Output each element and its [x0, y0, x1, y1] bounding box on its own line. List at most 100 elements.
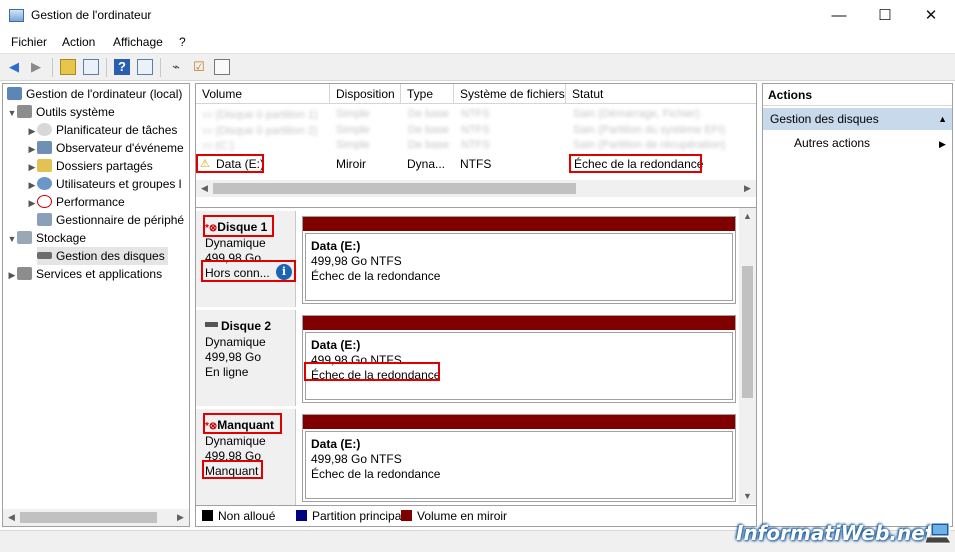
legend-label: Non alloué — [218, 509, 276, 523]
disk-info[interactable]: Disque 2 Dynamique 499,98 Go En ligne — [196, 310, 296, 406]
disk-size: 499,98 Go — [205, 350, 262, 364]
error-icon: *⊗ — [205, 223, 218, 234]
partition-volume: Data (E:) — [311, 437, 361, 451]
disk-row[interactable]: Disque 2 Dynamique 499,98 Go En ligne Da… — [196, 310, 737, 406]
back-arrow-icon[interactable]: ◀ — [6, 59, 22, 75]
storage-icon — [17, 231, 32, 244]
minimize-button[interactable]: — — [816, 0, 862, 31]
expand-chevron-icon[interactable]: ▶ — [27, 158, 37, 176]
volume-row-obscured: ▭ (Disque 0 partition 1) Simple De base NTF… — [202, 108, 700, 121]
tree-item-utilisateurs[interactable]: ▶ Utilisateurs et groupes l — [27, 175, 181, 193]
expand-chevron-icon[interactable]: ▶ — [27, 140, 37, 158]
partition-block[interactable]: Data (E:) 499,98 Go NTFS Échec de la red… — [302, 216, 736, 304]
tree-item-observateur[interactable]: ▶ Observateur d'événeme — [27, 139, 184, 157]
menu-help[interactable]: ? — [179, 35, 186, 49]
tree-item-label: Planificateur de tâches — [56, 123, 178, 137]
users-icon — [37, 177, 52, 190]
tools-icon — [17, 105, 32, 118]
properties-icon[interactable] — [214, 59, 230, 75]
expand-chevron-icon[interactable]: ▶ — [27, 194, 37, 212]
tree-item-gestion-disques[interactable]: Gestion des disques — [37, 247, 168, 265]
actions-pane: Actions Gestion des disques ▲ Autres act… — [762, 83, 953, 527]
volume-horizontal-scrollbar[interactable]: ◀ ▶ — [196, 180, 756, 197]
expand-chevron-icon[interactable]: ▶ — [27, 176, 37, 194]
menu-affichage[interactable]: Affichage — [113, 35, 163, 49]
disk-state: Manquant — [205, 464, 259, 478]
column-disposition[interactable]: Disposition — [330, 84, 401, 104]
disk-vertical-scrollbar[interactable]: ▲ ▼ — [739, 208, 756, 504]
tree-item-services[interactable]: ▶ Services et applications — [7, 265, 162, 283]
column-volume[interactable]: Volume — [196, 84, 330, 104]
connect-icon[interactable]: ⌁ — [168, 59, 184, 75]
help-icon[interactable]: ? — [114, 59, 130, 75]
partition-block[interactable]: Data (E:) 499,98 Go NTFS Échec de la red… — [302, 414, 736, 502]
disk-name: Disque 1 — [217, 220, 268, 234]
legend-item: Partition principale — [296, 509, 411, 523]
checklist-icon[interactable]: ☑ — [191, 59, 207, 75]
column-file-system[interactable]: Système de fichiers — [454, 84, 566, 104]
tree-item-stockage[interactable]: ▼ Stockage — [7, 229, 86, 247]
tree-item-gestionnaire[interactable]: Gestionnaire de périphé — [27, 211, 184, 229]
maximize-button[interactable]: ☐ — [862, 0, 908, 31]
partition-volume: Data (E:) — [311, 338, 361, 352]
menu-fichier[interactable]: Fichier — [11, 35, 47, 49]
tree-item-label: Gestionnaire de périphé — [56, 213, 185, 227]
column-type[interactable]: Type — [401, 84, 454, 104]
column-status[interactable]: Statut — [566, 84, 756, 104]
warning-icon: ⚠ — [200, 158, 210, 170]
tree-root-label: Gestion de l'ordinateur (local) — [26, 87, 183, 101]
disk-row[interactable]: *⊗Disque 1 Dynamique 499,98 Go Hors conn… — [196, 211, 737, 307]
folder-up-icon[interactable] — [60, 59, 76, 75]
submenu-arrow-icon[interactable]: ▶ — [939, 139, 946, 150]
close-button[interactable]: ✕ — [908, 0, 954, 31]
disk-management-pane: Volume Disposition Type Système de fichi… — [195, 83, 757, 527]
legend-item: Volume en miroir — [401, 509, 507, 523]
autres-actions-label: Autres actions — [794, 136, 871, 150]
tree-root[interactable]: Gestion de l'ordinateur (local) — [7, 85, 182, 103]
volume-name: Data (E:) — [216, 157, 265, 171]
show-hide-action-pane-icon[interactable] — [137, 59, 153, 75]
tree-item-label: Performance — [56, 195, 125, 209]
tree-item-outils-systeme[interactable]: ▼ Outils système — [7, 103, 115, 121]
partition-detail: 499,98 Go NTFS — [311, 452, 402, 466]
disk-info[interactable]: *⊗Manquant Dynamique 499,98 Go Manquant — [196, 409, 296, 505]
collapse-chevron-icon[interactable]: ▼ — [7, 104, 17, 122]
disk-icon — [37, 252, 52, 259]
volume-list-header: Volume Disposition Type Système de fichi… — [196, 84, 756, 104]
menu-action[interactable]: Action — [62, 35, 95, 49]
volume-type: Dyna... — [407, 157, 446, 171]
partition-status: Échec de la redondance — [311, 368, 441, 382]
expand-chevron-icon[interactable]: ▶ — [7, 266, 17, 284]
tree-item-dossiers-partages[interactable]: ▶ Dossiers partagés — [27, 157, 153, 175]
disk-kind: Dynamique — [205, 236, 266, 250]
disk-state: En ligne — [205, 365, 249, 379]
info-icon[interactable]: i — [276, 264, 292, 280]
tree-item-label: Stockage — [36, 231, 87, 245]
legend-label: Volume en miroir — [417, 509, 508, 523]
disk-row[interactable]: *⊗Manquant Dynamique 499,98 Go Manquant … — [196, 409, 737, 505]
tree-item-label: Outils système — [36, 105, 115, 119]
collapse-triangle-icon[interactable]: ▲ — [938, 108, 947, 130]
volume-row-obscured: ▭ (Disque 0 partition 2) Simple De base NTF… — [202, 124, 726, 137]
volume-row-data[interactable]: ⚠ Data (E:) Miroir Dyna... NTFS Échec de… — [196, 155, 756, 173]
tree-item-label: Utilisateurs et groupes l — [56, 177, 182, 191]
autres-actions-item[interactable]: Autres actions — [794, 136, 870, 150]
disk-info[interactable]: *⊗Disque 1 Dynamique 499,98 Go Hors conn… — [196, 211, 296, 307]
collapse-chevron-icon[interactable]: ▼ — [7, 230, 17, 248]
tree-horizontal-scrollbar[interactable]: ◀ ▶ — [3, 509, 189, 526]
show-hide-tree-icon[interactable] — [83, 59, 99, 75]
forward-arrow-icon[interactable]: ▶ — [28, 59, 44, 75]
partition-status: Échec de la redondance — [311, 269, 441, 283]
disk-icon — [205, 322, 218, 327]
actions-section-gestion-disques[interactable]: Gestion des disques ▲ — [763, 108, 952, 130]
shared-folder-icon — [37, 159, 52, 172]
volume-disposition: Miroir — [336, 157, 366, 171]
tree-item-planificateur[interactable]: ▶ Planificateur de tâches — [27, 121, 177, 139]
disk-name: Disque 2 — [221, 319, 272, 333]
tree-item-performance[interactable]: ▶ Performance — [27, 193, 125, 211]
tree-item-label: Observateur d'événeme — [56, 141, 184, 155]
tree-item-label: Gestion des disques — [56, 249, 165, 263]
expand-chevron-icon[interactable]: ▶ — [27, 122, 37, 140]
partition-block[interactable]: Data (E:) 499,98 Go NTFS Échec de la red… — [302, 315, 736, 403]
services-icon — [17, 267, 32, 280]
